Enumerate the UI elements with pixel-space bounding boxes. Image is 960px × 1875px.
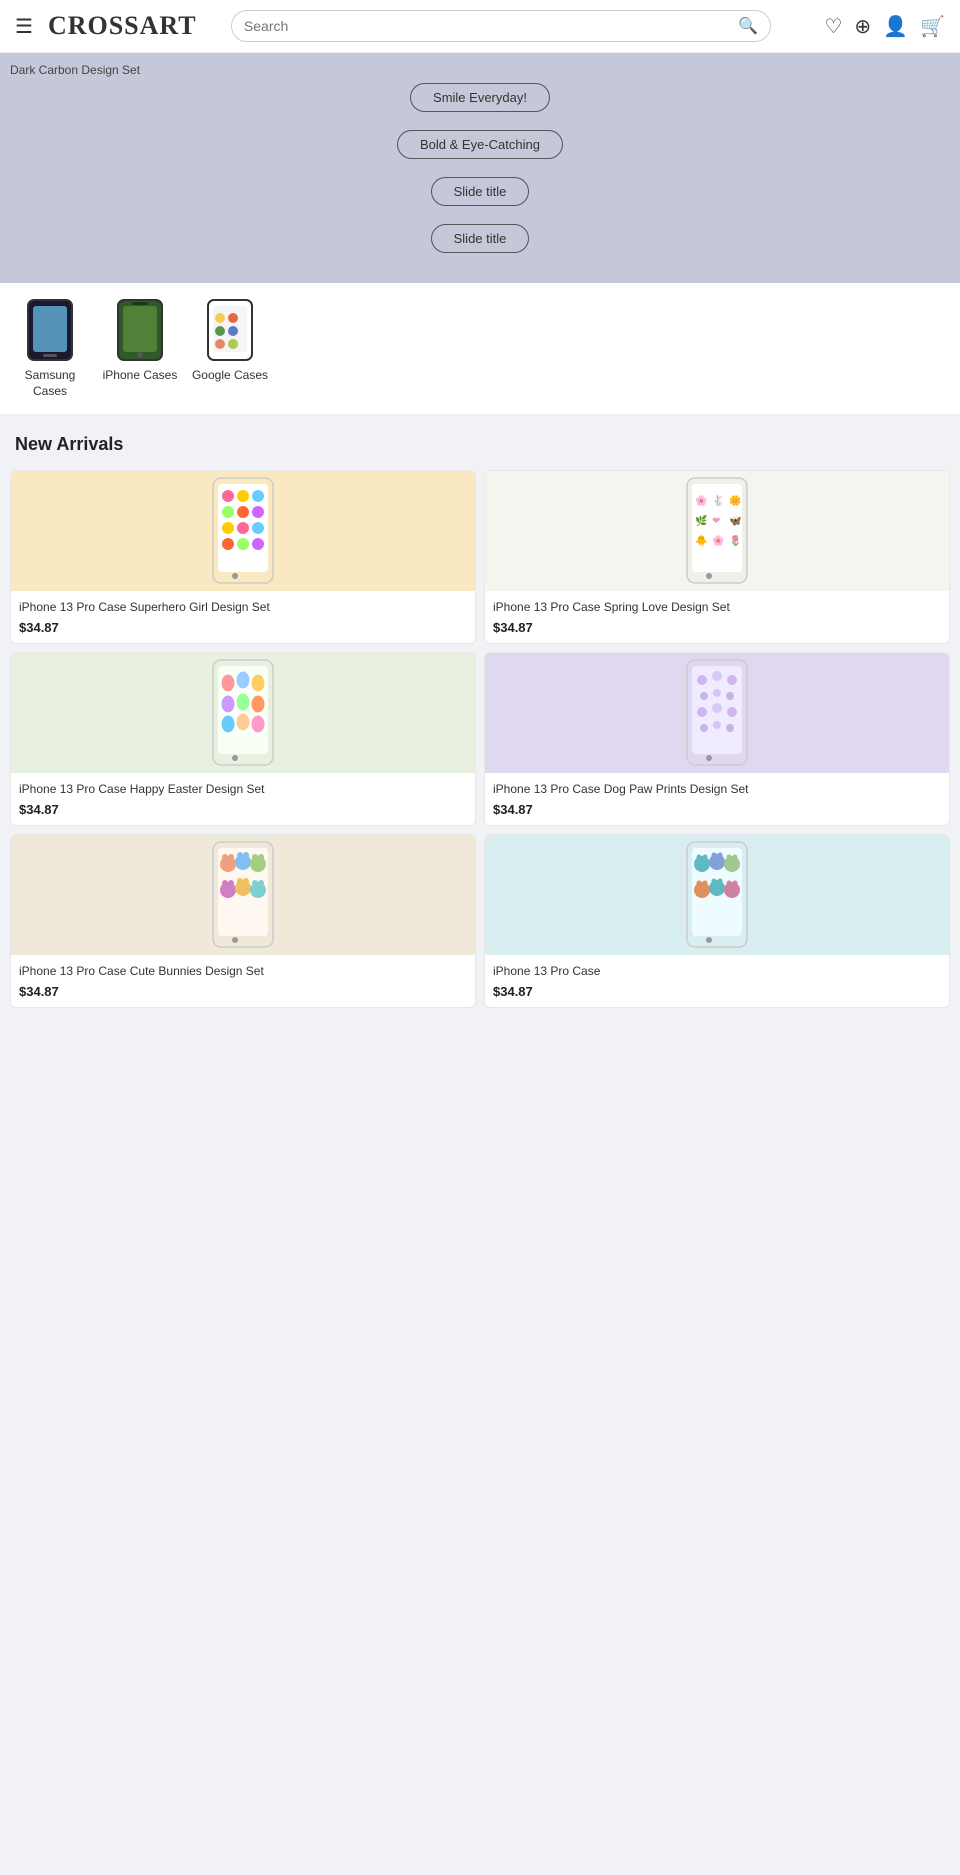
product-image-1: 🌸 🐇 🌼 🌿 ❤ 🦋 🐥 🌸 🌷 [485, 471, 949, 591]
product-info-4: iPhone 13 Pro Case Cute Bunnies Design S… [11, 955, 475, 1007]
product-price-5: $34.87 [493, 984, 941, 999]
svg-text:❤: ❤ [712, 516, 720, 527]
header-icons: ♡ ⊕ 👤 🛒 [824, 14, 945, 39]
category-google[interactable]: Google Cases [190, 298, 270, 399]
product-name-5: iPhone 13 Pro Case [493, 963, 941, 980]
product-image-0 [11, 471, 475, 591]
product-card-2[interactable]: iPhone 13 Pro Case Happy Easter Design S… [10, 652, 476, 826]
cart-icon[interactable]: 🛒 [920, 14, 945, 39]
hero-badge-3[interactable]: Slide title [431, 224, 530, 253]
product-image-3 [485, 653, 949, 773]
product-name-0: iPhone 13 Pro Case Superhero Girl Design… [19, 599, 467, 616]
svg-text:🦋: 🦋 [729, 516, 742, 527]
menu-icon[interactable]: ☰ [15, 14, 33, 39]
svg-text:🌿: 🌿 [695, 514, 707, 527]
category-label-samsung: Samsung Cases [10, 368, 90, 399]
product-card-4[interactable]: iPhone 13 Pro Case Cute Bunnies Design S… [10, 834, 476, 1008]
svg-text:🐇: 🐇 [712, 494, 724, 507]
product-image-2 [11, 653, 475, 773]
logo[interactable]: CROSSART [48, 11, 197, 41]
hero-badge-1[interactable]: Bold & Eye-Catching [397, 130, 563, 159]
hero-badge-0[interactable]: Smile Everyday! [410, 83, 550, 112]
category-label-google: Google Cases [192, 368, 268, 384]
svg-text:🌸: 🌸 [712, 534, 724, 547]
product-card-0[interactable]: iPhone 13 Pro Case Superhero Girl Design… [10, 470, 476, 644]
product-card-5[interactable]: iPhone 13 Pro Case $34.87 [484, 834, 950, 1008]
new-arrivals-section: New Arrivals [0, 414, 960, 1027]
hero-banner: Dark Carbon Design Set Smile Everyday! B… [0, 53, 960, 283]
category-img-samsung [18, 298, 83, 363]
category-samsung[interactable]: Samsung Cases [10, 298, 90, 399]
product-name-3: iPhone 13 Pro Case Dog Paw Prints Design… [493, 781, 941, 798]
product-price-4: $34.87 [19, 984, 467, 999]
category-iphone[interactable]: iPhone Cases [100, 298, 180, 399]
products-grid: iPhone 13 Pro Case Superhero Girl Design… [10, 470, 950, 1007]
product-info-2: iPhone 13 Pro Case Happy Easter Design S… [11, 773, 475, 825]
product-price-2: $34.87 [19, 802, 467, 817]
search-input[interactable] [244, 18, 738, 34]
product-name-4: iPhone 13 Pro Case Cute Bunnies Design S… [19, 963, 467, 980]
product-price-3: $34.87 [493, 802, 941, 817]
svg-text:🌸: 🌸 [695, 494, 707, 507]
category-label-iphone: iPhone Cases [103, 368, 178, 384]
product-name-1: iPhone 13 Pro Case Spring Love Design Se… [493, 599, 941, 616]
product-info-1: iPhone 13 Pro Case Spring Love Design Se… [485, 591, 949, 643]
new-arrivals-title: New Arrivals [10, 434, 950, 455]
header: ☰ CROSSART 🔍 ♡ ⊕ 👤 🛒 [0, 0, 960, 53]
account-icon[interactable]: 👤 [883, 14, 908, 39]
product-info-3: iPhone 13 Pro Case Dog Paw Prints Design… [485, 773, 949, 825]
svg-text:🌷: 🌷 [729, 534, 741, 547]
product-name-2: iPhone 13 Pro Case Happy Easter Design S… [19, 781, 467, 798]
product-image-5 [485, 835, 949, 955]
product-info-0: iPhone 13 Pro Case Superhero Girl Design… [11, 591, 475, 643]
svg-text:🐥: 🐥 [695, 534, 707, 547]
product-price-1: $34.87 [493, 620, 941, 635]
svg-text:🌼: 🌼 [729, 494, 741, 507]
hero-label: Dark Carbon Design Set [10, 63, 140, 77]
hero-badge-2[interactable]: Slide title [431, 177, 530, 206]
product-price-0: $34.87 [19, 620, 467, 635]
category-img-iphone [108, 298, 173, 363]
product-card-1[interactable]: 🌸 🐇 🌼 🌿 ❤ 🦋 🐥 🌸 🌷 iPhone 13 Pro Case Spr… [484, 470, 950, 644]
product-image-4 [11, 835, 475, 955]
search-icon[interactable]: 🔍 [738, 16, 758, 36]
categories: Samsung Cases iPhone Cases [0, 283, 960, 414]
product-card-3[interactable]: iPhone 13 Pro Case Dog Paw Prints Design… [484, 652, 950, 826]
product-info-5: iPhone 13 Pro Case $34.87 [485, 955, 949, 1007]
wishlist-icon[interactable]: ♡ [824, 14, 842, 39]
compare-icon[interactable]: ⊕ [854, 14, 871, 39]
search-bar: 🔍 [231, 10, 771, 42]
category-img-google [198, 298, 263, 363]
